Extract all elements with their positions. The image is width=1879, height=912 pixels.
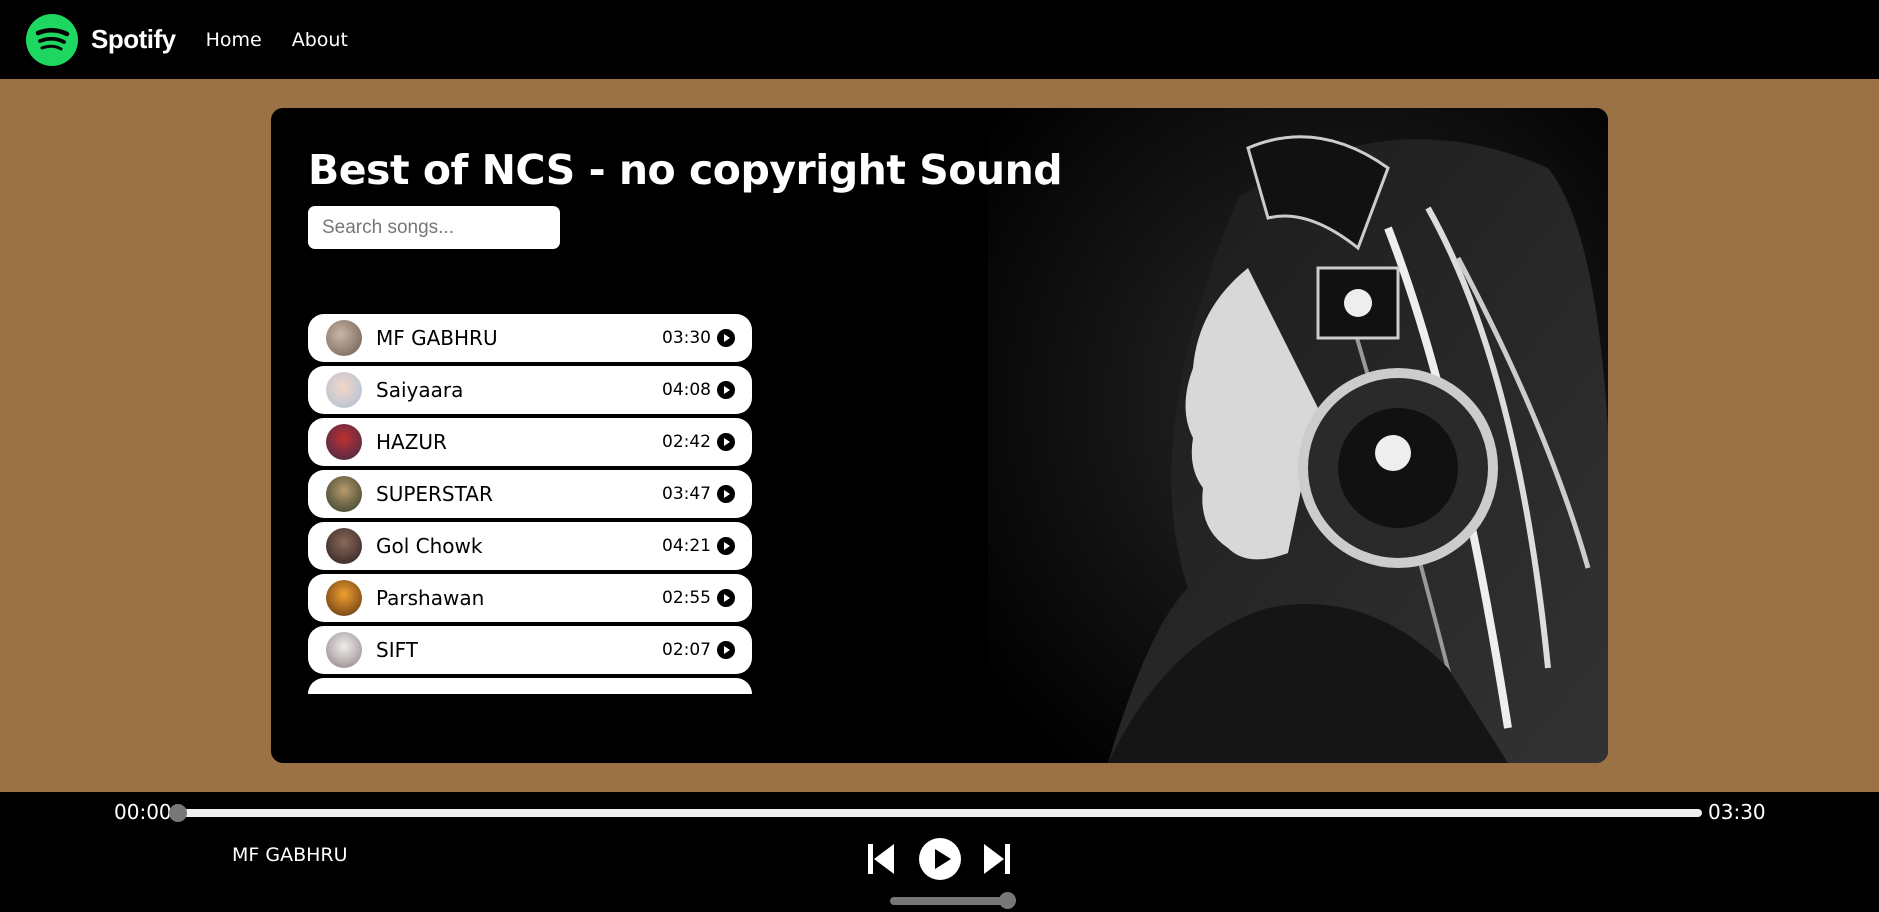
now-playing-title: MF GABHRU [232, 844, 348, 866]
previous-track-icon[interactable] [866, 842, 896, 876]
play-circle-icon[interactable] [717, 329, 735, 347]
play-circle-icon[interactable] [717, 641, 735, 659]
song-item[interactable]: Parshawan 02:55 [308, 574, 752, 622]
top-navbar: Spotify Home About [0, 0, 1879, 79]
spotify-logo-icon [26, 13, 78, 66]
play-circle-icon[interactable] [717, 381, 735, 399]
song-item-partial[interactable] [308, 678, 752, 694]
song-name: MF GABHRU [376, 326, 498, 350]
progress-bar[interactable] [169, 804, 1702, 822]
headphones-girl-background-image [988, 108, 1608, 763]
search-input[interactable] [308, 206, 560, 249]
song-duration: 02:42 [662, 432, 711, 452]
song-cover-image [326, 632, 362, 668]
song-item[interactable]: Gol Chowk 04:21 [308, 522, 752, 570]
song-duration: 04:21 [662, 536, 711, 556]
song-duration: 04:08 [662, 380, 711, 400]
play-circle-icon[interactable] [717, 589, 735, 607]
next-track-icon[interactable] [982, 842, 1012, 876]
song-item[interactable]: HAZUR 02:42 [308, 418, 752, 466]
song-cover-image [326, 528, 362, 564]
player-bar: 00:00 03:30 MF GABHRU [0, 792, 1879, 912]
song-cover-image [326, 424, 362, 460]
playback-controls [866, 837, 1016, 881]
nav-link-home[interactable]: Home [206, 29, 262, 51]
song-name: Parshawan [376, 586, 485, 610]
volume-slider[interactable] [890, 892, 1016, 909]
current-time: 00:00 [114, 800, 172, 824]
volume-knob[interactable] [999, 892, 1016, 909]
play-circle-icon[interactable] [717, 485, 735, 503]
song-item[interactable]: MF GABHRU 03:30 [308, 314, 752, 362]
song-list[interactable]: MF GABHRU 03:30 Saiyaara 04:08 HAZUR 02:… [308, 314, 752, 763]
song-cover-image [326, 320, 362, 356]
song-name: HAZUR [376, 430, 447, 454]
song-item[interactable]: SIFT 02:07 [308, 626, 752, 674]
total-time: 03:30 [1708, 800, 1766, 824]
song-duration: 03:30 [662, 328, 711, 348]
song-duration: 02:07 [662, 640, 711, 660]
song-cover-image [326, 476, 362, 512]
song-name: Saiyaara [376, 378, 464, 402]
spotify-logo[interactable]: Spotify [26, 13, 176, 66]
song-name: SIFT [376, 638, 418, 662]
brand-name: Spotify [91, 24, 176, 54]
play-circle-icon[interactable] [717, 537, 735, 555]
song-name: SUPERSTAR [376, 482, 493, 506]
song-cover-image [326, 372, 362, 408]
song-duration: 02:55 [662, 588, 711, 608]
playlist-container: Best of NCS - no copyright Sound MF GABH… [271, 108, 1608, 763]
play-circle-icon[interactable] [717, 433, 735, 451]
song-duration: 03:47 [662, 484, 711, 504]
song-item[interactable]: Saiyaara 04:08 [308, 366, 752, 414]
song-name: Gol Chowk [376, 534, 483, 558]
playlist-title: Best of NCS - no copyright Sound [308, 146, 1063, 194]
song-cover-image [326, 580, 362, 616]
play-button-icon[interactable] [918, 837, 962, 881]
progress-knob[interactable] [169, 804, 187, 822]
nav-link-about[interactable]: About [292, 29, 348, 51]
song-item[interactable]: SUPERSTAR 03:47 [308, 470, 752, 518]
